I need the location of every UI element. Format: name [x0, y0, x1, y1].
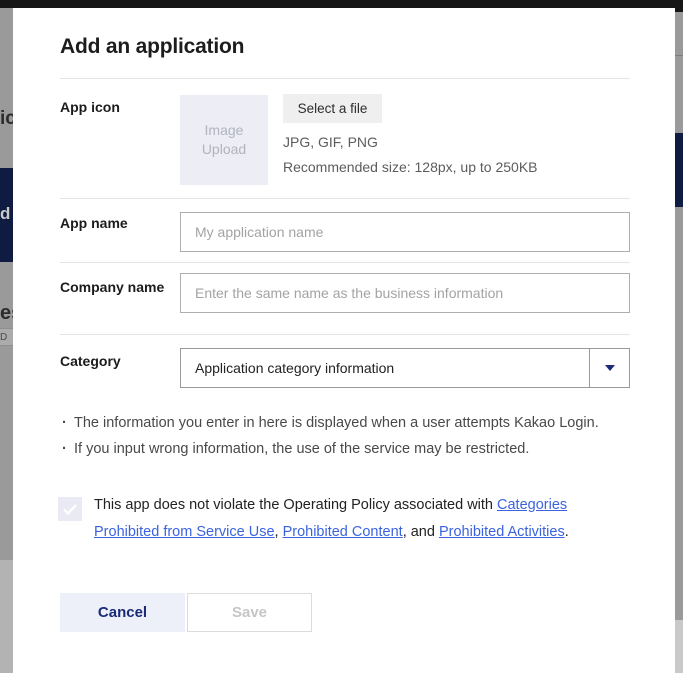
policy-agreement-text: This app does not violate the Operating … — [94, 492, 626, 546]
policy-checkbox[interactable] — [58, 497, 82, 521]
policy-text-start: This app does not violate the Operating … — [94, 497, 497, 513]
recommended-size-text: Recommended size: 128px, up to 250KB — [283, 159, 538, 175]
background-clipped-text: d — [0, 204, 10, 224]
background-left-gray-band: ic — [0, 8, 13, 168]
allowed-formats-text: JPG, GIF, PNG — [283, 134, 378, 150]
background-right-divider — [675, 55, 683, 56]
app-icon-label: App icon — [60, 97, 172, 117]
modal-title: Add an application — [60, 35, 244, 59]
row-divider — [60, 198, 630, 199]
row-divider — [60, 334, 630, 335]
app-name-label: App name — [60, 213, 172, 233]
chevron-down-icon — [605, 365, 615, 371]
background-left-navy-band: d — [0, 168, 13, 262]
background-page-topbar — [0, 0, 683, 8]
background-left-gray-band: es — [0, 262, 13, 328]
add-application-modal: Add an application App icon Image Upload… — [13, 8, 675, 673]
background-clipped-text: D — [0, 332, 7, 343]
image-upload-dropzone[interactable]: Image Upload — [180, 95, 268, 185]
background-left-breadcrumb-band: D — [0, 328, 13, 346]
info-notes: The information you enter in here is dis… — [62, 410, 642, 462]
policy-separator: , and — [403, 524, 439, 540]
company-name-input[interactable] — [180, 273, 630, 313]
background-page-left-strip: ic d es D — [0, 8, 13, 673]
background-clipped-text: ic — [0, 108, 13, 130]
background-left-gray-band — [0, 346, 13, 560]
cancel-button[interactable]: Cancel — [60, 593, 185, 632]
save-button[interactable]: Save — [187, 593, 312, 632]
category-select-value: Application category information — [181, 360, 589, 376]
info-note-line: If you input wrong information, the use … — [62, 436, 642, 462]
policy-separator: , — [275, 524, 283, 540]
title-divider — [60, 78, 630, 79]
company-name-label: Company name — [60, 277, 172, 297]
category-select[interactable]: Application category information — [180, 348, 630, 388]
app-name-input[interactable] — [180, 212, 630, 252]
category-label: Category — [60, 351, 172, 371]
policy-text-end: . — [565, 524, 569, 540]
category-select-arrow-button[interactable] — [589, 349, 629, 387]
select-file-button[interactable]: Select a file — [283, 94, 382, 123]
row-divider — [60, 262, 630, 263]
background-page-right-strip — [675, 0, 683, 673]
check-icon — [63, 504, 77, 515]
info-note-line: The information you enter in here is dis… — [62, 410, 642, 436]
bullet-icon — [62, 410, 74, 436]
link-prohibited-content[interactable]: Prohibited Content — [283, 524, 403, 540]
bullet-icon — [62, 436, 74, 462]
link-prohibited-activities[interactable]: Prohibited Activities — [439, 524, 565, 540]
info-note-text: The information you enter in here is dis… — [74, 410, 599, 436]
info-note-text: If you input wrong information, the use … — [74, 436, 529, 462]
background-right-navy-band — [675, 133, 683, 207]
image-upload-placeholder: Image Upload — [196, 121, 252, 159]
background-left-light-band — [0, 560, 13, 673]
background-right-light-band — [675, 620, 683, 673]
background-clipped-text: es — [0, 302, 13, 325]
